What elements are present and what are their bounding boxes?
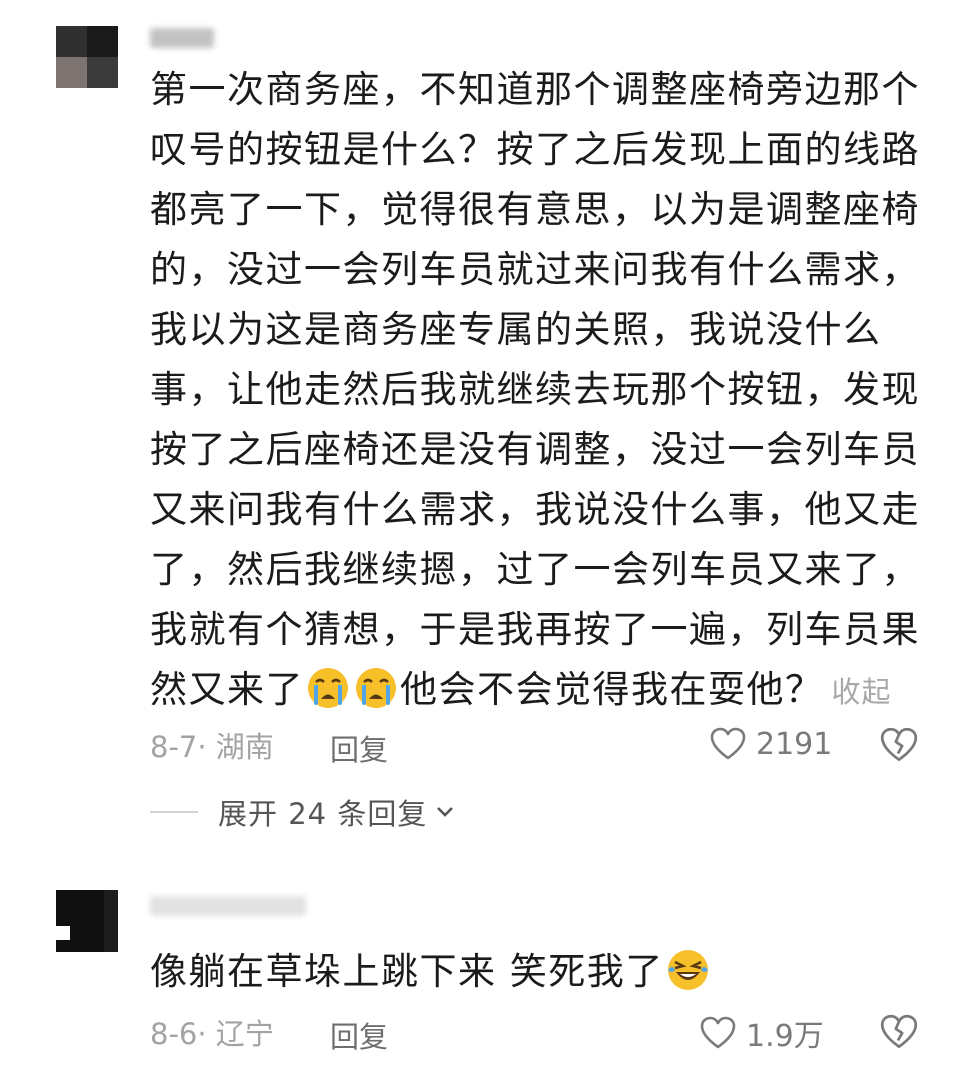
like-button[interactable]: 1.9万 bbox=[698, 1011, 824, 1055]
collapse-link[interactable]: 收起 bbox=[832, 675, 892, 709]
broken-heart-icon[interactable] bbox=[878, 724, 920, 766]
comment-body: 像躺在草垛上跳下来 笑死我了 bbox=[150, 950, 664, 993]
comment-body: 第一次商务座，不知道那个调整座椅旁边那个叹号的按钮是什么？按了之后发现上面的线路… bbox=[150, 68, 920, 711]
expand-replies-button[interactable]: 展开 24 条回复 bbox=[218, 791, 455, 833]
divider-line bbox=[150, 811, 198, 813]
laughing-emoji-icon bbox=[667, 950, 708, 990]
like-count: 1.9万 bbox=[746, 1019, 824, 1054]
author-name-blurred[interactable] bbox=[150, 28, 214, 48]
heart-outline-icon bbox=[700, 1016, 736, 1049]
comment-meta: 8-7· 湖南 bbox=[150, 725, 274, 765]
crying-emoji-icon bbox=[356, 668, 396, 708]
expand-replies-label: 展开 24 条回复 bbox=[218, 797, 428, 831]
avatar-censored[interactable] bbox=[56, 890, 118, 952]
comment-text: 第一次商务座，不知道那个调整座椅旁边那个叹号的按钮是什么？按了之后发现上面的线路… bbox=[150, 60, 920, 722]
broken-heart-icon[interactable] bbox=[878, 1011, 920, 1053]
avatar-mosaic-block bbox=[56, 26, 87, 57]
avatar-censored[interactable] bbox=[56, 26, 118, 88]
avatar-mosaic-block bbox=[87, 57, 118, 88]
like-count: 2191 bbox=[756, 726, 833, 762]
like-button[interactable]: 2191 bbox=[708, 724, 832, 764]
author-name-blurred[interactable] bbox=[150, 896, 306, 916]
avatar-mosaic-block bbox=[104, 890, 118, 952]
comment-item-2: 像躺在草垛上跳下来 笑死我了 8-6· 辽宁 回复 1.9万 bbox=[0, 860, 960, 1072]
crying-emoji-icon bbox=[308, 668, 348, 708]
comment-body-tail: 他会不会觉得我在耍他？ bbox=[400, 668, 824, 711]
avatar-mosaic-block bbox=[87, 26, 118, 57]
reply-button[interactable]: 回复 bbox=[330, 727, 388, 769]
comment-meta: 8-6· 辽宁 bbox=[150, 1012, 274, 1052]
heart-outline-icon bbox=[710, 727, 746, 760]
reply-button[interactable]: 回复 bbox=[330, 1014, 388, 1056]
date-location: 8-6· 辽宁 bbox=[150, 1017, 274, 1051]
chevron-down-icon bbox=[437, 807, 454, 817]
expand-replies-row: 展开 24 条回复 bbox=[150, 792, 455, 832]
comment-item-1: 第一次商务座，不知道那个调整座椅旁边那个叹号的按钮是什么？按了之后发现上面的线路… bbox=[0, 0, 960, 860]
date-location: 8-7· 湖南 bbox=[150, 730, 274, 764]
avatar-mosaic-block bbox=[56, 57, 87, 88]
avatar-mosaic-block bbox=[56, 926, 70, 940]
comment-text: 像躺在草垛上跳下来 笑死我了 bbox=[150, 942, 920, 1002]
